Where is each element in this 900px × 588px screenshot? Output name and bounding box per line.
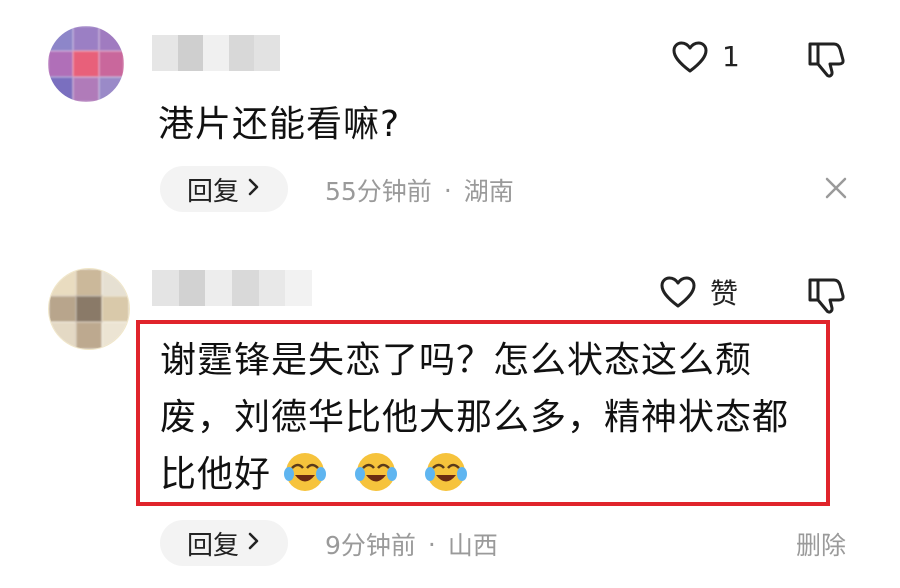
- reply-label: 回复: [186, 530, 239, 561]
- chevron-right-icon: [247, 174, 261, 204]
- avatar[interactable]: [48, 268, 130, 350]
- tears-of-joy-emoji-3: [425, 453, 468, 491]
- like-label: 赞: [710, 277, 739, 310]
- tears-of-joy-emoji-2: [354, 453, 397, 491]
- separator: ·: [427, 529, 436, 559]
- comment-text-line-3: 比他好: [160, 446, 820, 503]
- like-button[interactable]: 赞: [660, 272, 738, 312]
- location: 山西: [447, 531, 498, 560]
- heart-outline-icon: [672, 41, 708, 73]
- thumbs-down-icon[interactable]: [806, 276, 846, 320]
- reply-button[interactable]: 回复: [160, 166, 288, 212]
- close-icon[interactable]: [824, 176, 848, 204]
- username-blurred[interactable]: [152, 270, 312, 306]
- thumbs-down-icon[interactable]: [806, 40, 846, 84]
- comment-2: 赞 谢霆锋是失恋了吗？怎么状态这么颓 废，刘德华比他大那么多，精神状态都 比他好…: [0, 250, 900, 588]
- separator: ·: [443, 175, 452, 205]
- comment-1: 1 港片还能看嘛? 回复 55分钟前 · 湖南: [0, 0, 900, 250]
- heart-outline-icon: [660, 276, 696, 308]
- comment-meta: 55分钟前 · 湖南: [325, 172, 514, 208]
- tears-of-joy-emoji-1: [284, 453, 327, 491]
- avatar[interactable]: [48, 26, 124, 102]
- comment-meta: 9分钟前 · 山西: [325, 526, 498, 562]
- username-blurred[interactable]: [152, 35, 280, 71]
- comment-text-line-1: 谢霆锋是失恋了吗？怎么状态这么颓: [160, 340, 753, 381]
- timestamp: 9分钟前: [325, 531, 416, 560]
- location: 湖南: [463, 177, 514, 206]
- timestamp: 55分钟前: [325, 177, 432, 206]
- like-button[interactable]: 1: [672, 40, 740, 73]
- reply-button[interactable]: 回复: [160, 520, 288, 566]
- comment-text-line-3-text: 比他好: [160, 454, 272, 495]
- comment-text: 谢霆锋是失恋了吗？怎么状态这么颓 废，刘德华比他大那么多，精神状态都 比他好: [160, 332, 820, 503]
- comment-text: 港片还能看嘛?: [158, 104, 401, 145]
- comment-text-line-2: 废，刘德华比他大那么多，精神状态都: [160, 397, 790, 438]
- highlight-box: 谢霆锋是失恋了吗？怎么状态这么颓 废，刘德华比他大那么多，精神状态都 比他好: [136, 320, 830, 506]
- like-count: 1: [722, 40, 740, 73]
- delete-button[interactable]: 删除: [796, 526, 846, 562]
- chevron-right-icon: [247, 528, 261, 558]
- reply-label: 回复: [186, 176, 239, 207]
